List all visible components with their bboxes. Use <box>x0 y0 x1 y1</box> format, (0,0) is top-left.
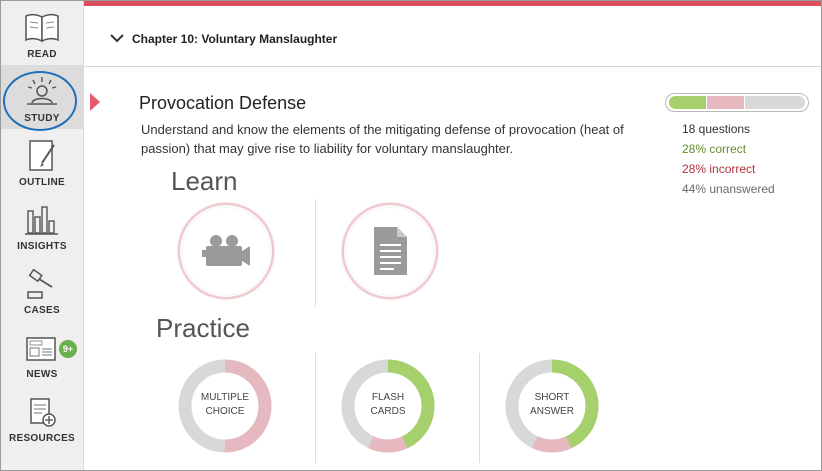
student-icon <box>27 77 57 105</box>
practice-label-line2: CHOICE <box>205 406 245 417</box>
practice-flash-cards-button[interactable]: FLASH CARDS <box>339 357 437 455</box>
correct-percent: 28% correct <box>682 142 747 156</box>
progress-correct-segment <box>669 96 707 109</box>
sidebar-item-study[interactable]: STUDY <box>1 65 83 129</box>
sidebar-item-read[interactable]: READ <box>1 1 83 65</box>
progress-unanswered-segment <box>745 96 805 109</box>
gavel-icon <box>27 268 53 299</box>
sidebar-item-label: OUTLINE <box>19 177 65 188</box>
document-plus-icon <box>30 398 56 427</box>
news-count-badge: 9+ <box>59 340 77 358</box>
topic-description: Understand and know the elements of the … <box>141 122 624 156</box>
chapter-title: Chapter 10: Voluntary Manslaughter <box>132 32 338 46</box>
sidebar-item-cases[interactable]: CASES <box>1 257 83 321</box>
practice-multiple-choice-button[interactable]: MULTIPLE CHOICE <box>176 357 274 455</box>
practice-label-line1: MULTIPLE <box>200 392 250 403</box>
practice-label-line1: SHORT <box>534 392 570 403</box>
learn-divider <box>315 199 316 307</box>
incorrect-percent: 28% incorrect <box>682 162 756 176</box>
sidebar-item-label: INSIGHTS <box>17 241 67 252</box>
sidebar-item-label: CASES <box>24 305 60 316</box>
chevron-down-icon[interactable] <box>110 33 124 43</box>
sidebar-item-insights[interactable]: INSIGHTS <box>1 193 83 257</box>
sidebar-item-label: STUDY <box>24 113 60 124</box>
progress-stats: 18 questions 28% correct 28% incorrect 4… <box>682 119 775 199</box>
video-camera-icon <box>202 235 250 266</box>
practice-label-line2: ANSWER <box>530 406 574 417</box>
practice-short-answer-button[interactable]: SHORT ANSWER <box>503 357 601 455</box>
progress-bar <box>665 93 809 112</box>
app-frame: READ STUDY OUTLINE INSIGHTS CASES NEWS R… <box>0 0 822 471</box>
practice-label-line1: FLASH <box>371 392 405 403</box>
sidebar-item-label: READ <box>27 49 57 60</box>
unanswered-percent: 44% unanswered <box>682 182 775 196</box>
sidebar-item-outline[interactable]: OUTLINE <box>1 129 83 193</box>
top-accent-bar <box>84 1 821 6</box>
practice-divider <box>315 353 316 463</box>
sidebar-item-resources[interactable]: RESOURCES <box>1 385 83 449</box>
sidebar: READ STUDY OUTLINE INSIGHTS CASES NEWS R… <box>1 1 84 470</box>
topic-pointer-icon <box>90 93 100 111</box>
sidebar-item-label: RESOURCES <box>8 433 76 444</box>
question-count: 18 questions <box>682 122 751 136</box>
chapter-header[interactable]: Chapter 10: Voluntary Manslaughter <box>84 7 821 67</box>
practice-divider <box>479 353 480 463</box>
sidebar-item-label: NEWS <box>26 369 58 380</box>
learn-heading: Learn <box>171 166 238 196</box>
practice-heading: Practice <box>156 313 250 343</box>
document-icon <box>374 227 407 275</box>
newspaper-icon <box>26 337 56 361</box>
topic-title: Provocation Defense <box>139 93 307 113</box>
practice-label-line2: CARDS <box>370 406 406 417</box>
book-icon <box>25 13 59 43</box>
bar-chart-icon <box>25 206 58 235</box>
notepad-pencil-icon <box>29 140 55 171</box>
learn-reading-button[interactable] <box>342 203 438 299</box>
progress-incorrect-segment <box>707 96 745 109</box>
learn-video-button[interactable] <box>178 203 274 299</box>
